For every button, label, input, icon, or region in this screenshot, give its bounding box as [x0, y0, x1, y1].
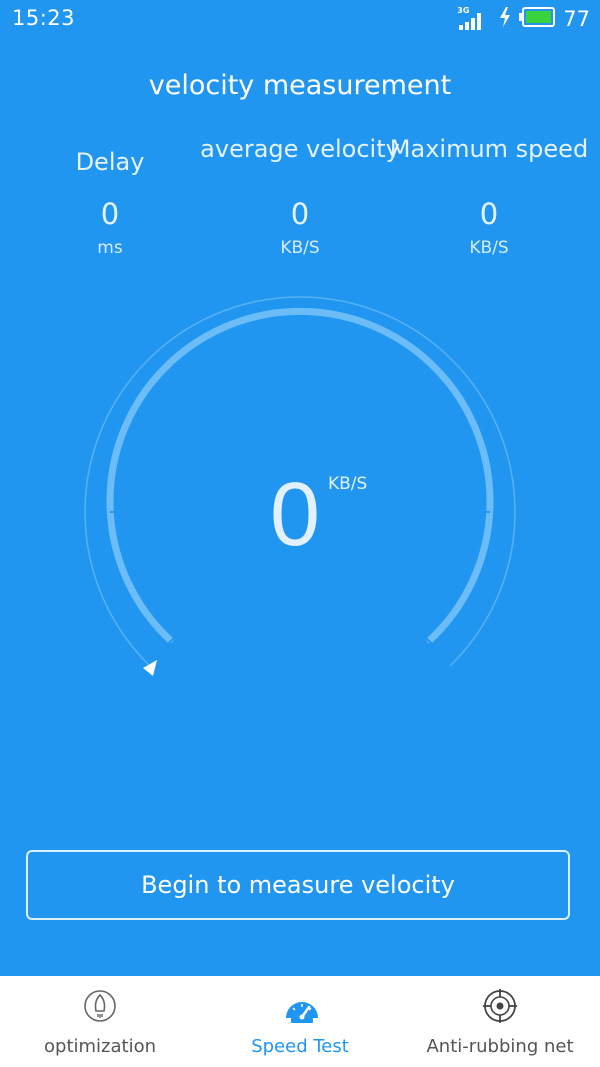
maximum-speed-unit: KB/S: [469, 238, 509, 258]
current-speed-unit: KB/S: [328, 474, 368, 494]
nav-item-speed-test[interactable]: Speed Test: [200, 976, 400, 1067]
gauge-needle: [143, 660, 157, 676]
average-velocity-label: average velocity: [200, 135, 400, 163]
delay-label: Delay: [75, 147, 145, 176]
delay-value: 0: [100, 197, 120, 231]
battery-icon: [519, 7, 556, 31]
average-velocity-stat: average velocity 0 KB/S: [200, 134, 400, 258]
nav-label-speed-test: Speed Test: [251, 1036, 349, 1057]
charging-icon: [499, 7, 511, 31]
status-bar: 15:23 3G 77: [0, 0, 600, 38]
nav-label-optimization: optimization: [44, 1036, 156, 1057]
maximum-speed-stat: Maximum speed 0 KB/S: [389, 134, 589, 258]
speed-test-screen: 15:23 3G 77 velocity measurement Delay 0…: [0, 0, 600, 1067]
nav-label-anti-rubbing-net: Anti-rubbing net: [426, 1036, 574, 1057]
status-time: 15:23: [12, 6, 76, 30]
delay-unit: ms: [97, 238, 123, 258]
bottom-nav: optimization Speed Test Anti-rubbing net: [0, 976, 600, 1067]
battery-level: 77: [563, 7, 590, 31]
current-speed-value: 0: [270, 465, 321, 565]
average-velocity-value: 0: [290, 197, 310, 231]
maximum-speed-value: 0: [479, 197, 499, 231]
crosshair-icon: [482, 988, 518, 1024]
maximum-speed-label: Maximum speed: [389, 135, 589, 163]
nav-item-optimization[interactable]: optimization: [0, 976, 200, 1067]
status-icons: 3G 77: [457, 6, 590, 32]
nav-item-anti-rubbing-net[interactable]: Anti-rubbing net: [400, 976, 600, 1067]
speedometer-icon: [282, 988, 318, 1024]
page-title: velocity measurement: [148, 70, 452, 101]
average-velocity-unit: KB/S: [280, 238, 320, 258]
begin-measure-button[interactable]: Begin to measure velocity: [26, 850, 570, 920]
delay-stat: Delay 0 ms: [10, 134, 210, 259]
rocket-icon: [82, 988, 118, 1024]
signal-icon: 3G: [457, 6, 487, 30]
